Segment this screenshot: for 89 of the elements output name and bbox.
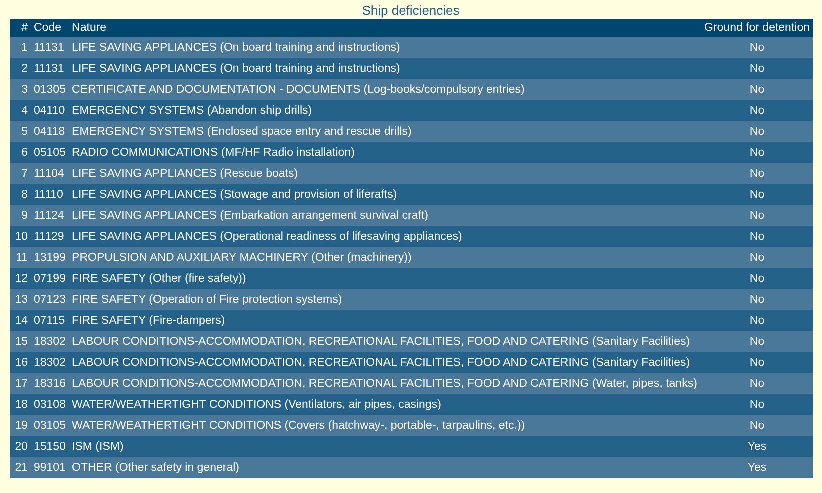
table-cell: CERTIFICATE AND DOCUMENTATION - DOCUMENTS (Log-books/compulsory entries)	[69, 79, 702, 100]
table-cell: 16	[10, 352, 31, 373]
table-cell: 01305	[31, 79, 70, 100]
table-cell: 11	[10, 247, 31, 268]
table-cell: 11104	[31, 163, 70, 184]
table-cell: 03105	[31, 415, 70, 436]
table-cell: 20	[10, 436, 31, 457]
table-cell: RADIO COMMUNICATIONS (MF/HF Radio installation)	[69, 142, 702, 163]
table-cell: WATER/WEATHERTIGHT CONDITIONS (Ventilators, air pipes, casings)	[69, 394, 702, 415]
table-cell: 13	[10, 289, 31, 310]
table-cell: No	[702, 394, 813, 415]
table-cell: No	[702, 373, 813, 394]
table-cell: FIRE SAFETY (Other (fire safety))	[69, 268, 702, 289]
table-cell: No	[702, 163, 813, 184]
table-cell: 2	[10, 58, 31, 79]
table-cell: 3	[10, 79, 31, 100]
table-cell: No	[702, 37, 813, 58]
table-cell: 18	[10, 394, 31, 415]
table-cell: 21	[10, 457, 31, 478]
table-cell: No	[702, 226, 813, 247]
table-cell: 9	[10, 205, 31, 226]
table-cell: No	[702, 79, 813, 100]
table-cell: 11110	[31, 184, 70, 205]
table-cell: LIFE SAVING APPLIANCES (Operational readiness of lifesaving appliances)	[69, 226, 702, 247]
table-cell: 07199	[31, 268, 70, 289]
table-cell: FIRE SAFETY (Operation of Fire protection systems)	[69, 289, 702, 310]
table-cell: 19	[10, 415, 31, 436]
table-cell: ISM (ISM)	[69, 436, 702, 457]
table-cell: 8	[10, 184, 31, 205]
table-cell: No	[702, 142, 813, 163]
table-cell: No	[702, 289, 813, 310]
table-cell: Yes	[702, 457, 813, 478]
table-cell: 18302	[31, 331, 70, 352]
table-cell: 03108	[31, 394, 70, 415]
table-cell: 11131	[31, 58, 70, 79]
table-cell: No	[702, 100, 813, 121]
column-header: Ground for detention	[702, 19, 813, 37]
table-cell: LIFE SAVING APPLIANCES (Embarkation arrangement survival craft)	[69, 205, 702, 226]
table-cell: 15	[10, 331, 31, 352]
table-cell: 15150	[31, 436, 70, 457]
table-cell: No	[702, 58, 813, 79]
table-cell: No	[702, 310, 813, 331]
table-cell: LABOUR CONDITIONS-ACCOMMODATION, RECREATIONAL FACILITIES, FOOD AND CATERING (Water, pipes, tanks)	[69, 373, 702, 394]
table-cell: 11124	[31, 205, 70, 226]
table-cell: LABOUR CONDITIONS-ACCOMMODATION, RECREATIONAL FACILITIES, FOOD AND CATERING (Sanitary Facilities)	[69, 352, 702, 373]
table-cell: LIFE SAVING APPLIANCES (On board training and instructions)	[69, 58, 702, 79]
table-cell: 18316	[31, 373, 70, 394]
table-cell: 5	[10, 121, 31, 142]
table-cell: No	[702, 352, 813, 373]
table-cell: 18302	[31, 352, 70, 373]
table-cell: LIFE SAVING APPLIANCES (Stowage and provision of liferafts)	[69, 184, 702, 205]
table-cell: LIFE SAVING APPLIANCES (On board training and instructions)	[69, 37, 702, 58]
table-cell: 12	[10, 268, 31, 289]
column-header: #	[10, 19, 31, 37]
table-cell: 99101	[31, 457, 70, 478]
column-header: Nature	[69, 19, 702, 37]
table-cell: LIFE SAVING APPLIANCES (Rescue boats)	[69, 163, 702, 184]
table-cell: 14	[10, 310, 31, 331]
table-cell: EMERGENCY SYSTEMS (Abandon ship drills)	[69, 100, 702, 121]
table-cell: FIRE SAFETY (Fire-dampers)	[69, 310, 702, 331]
table-cell: 07115	[31, 310, 70, 331]
table-cell: 7	[10, 163, 31, 184]
table-cell: 6	[10, 142, 31, 163]
table-cell: 4	[10, 100, 31, 121]
table-cell: PROPULSION AND AUXILIARY MACHINERY (Other (machinery))	[69, 247, 702, 268]
table-cell: LABOUR CONDITIONS-ACCOMMODATION, RECREATIONAL FACILITIES, FOOD AND CATERING (Sanitary Facilities)	[69, 331, 702, 352]
table-title: Ship deficiencies	[362, 2, 460, 19]
table-cell: 04118	[31, 121, 70, 142]
table-cell: 13199	[31, 247, 70, 268]
table-cell: EMERGENCY SYSTEMS (Enclosed space entry and rescue drills)	[69, 121, 702, 142]
table-cell: No	[702, 184, 813, 205]
table-cell: 11129	[31, 226, 70, 247]
table-cell: 07123	[31, 289, 70, 310]
table-cell: No	[702, 121, 813, 142]
table-cell: OTHER (Other safety in general)	[69, 457, 702, 478]
table-cell: No	[702, 415, 813, 436]
table-cell: 04110	[31, 100, 70, 121]
table-cell: 11131	[31, 37, 70, 58]
table-cell: No	[702, 331, 813, 352]
table-cell: 10	[10, 226, 31, 247]
table-cell: 1	[10, 37, 31, 58]
table-cell: No	[702, 205, 813, 226]
table-cell: No	[702, 268, 813, 289]
table-cell: No	[702, 247, 813, 268]
column-header: Code	[31, 19, 70, 37]
table-cell: 17	[10, 373, 31, 394]
table-cell: WATER/WEATHERTIGHT CONDITIONS (Covers (hatchway-, portable-, tarpaulins, etc.))	[69, 415, 702, 436]
table-cell: Yes	[702, 436, 813, 457]
table-cell: 05105	[31, 142, 70, 163]
